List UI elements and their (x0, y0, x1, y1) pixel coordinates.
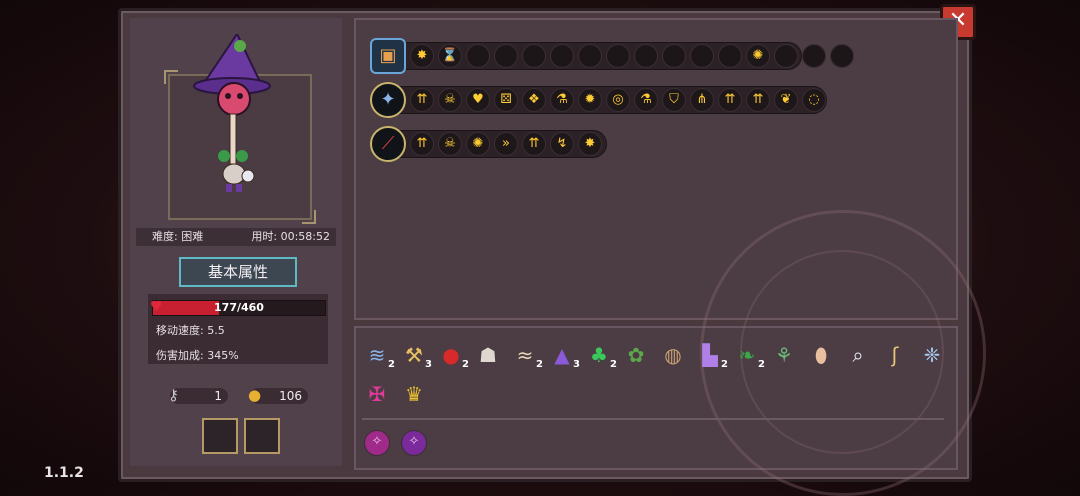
clover-icon[interactable]: ♣ (586, 342, 612, 368)
split-icon[interactable]: ⋔ (690, 88, 714, 112)
frog-icon[interactable]: ✿ (623, 342, 649, 368)
hourglass-icon[interactable]: ⌛ (438, 44, 462, 68)
item-count: 2 (536, 359, 543, 370)
run-info: 难度: 困难 用时: 00:58:52 (136, 228, 336, 246)
empty-slot[interactable] (802, 44, 826, 68)
arrows-up-icon[interactable]: ⇈ (410, 88, 434, 112)
empty-slot[interactable] (662, 44, 686, 68)
demon-icon[interactable]: ✠ (364, 381, 390, 407)
damage-bonus-stat: 伤害加成: 345% (156, 349, 239, 362)
star-burst-icon[interactable]: ✸ (578, 132, 602, 156)
rune-pink-icon[interactable]: ✧ (364, 430, 390, 456)
scarf-icon[interactable]: ≋ (364, 342, 390, 368)
coin-icon: ● (248, 386, 262, 404)
red-orb-icon[interactable]: ● (438, 342, 464, 368)
star-burst-icon[interactable]: ✸ (410, 44, 434, 68)
basic-attributes-button[interactable]: 基本属性 (179, 257, 297, 287)
hp-text: 177/460 (214, 301, 264, 314)
heart-icon[interactable]: ♥ (466, 88, 490, 112)
empty-slot[interactable] (690, 44, 714, 68)
empty-slot[interactable] (606, 44, 630, 68)
potion-red-icon[interactable]: ⚗ (634, 88, 658, 112)
item-count: 2 (758, 359, 765, 370)
dice-icon[interactable]: ⚄ (494, 88, 518, 112)
item-count: 2 (462, 359, 469, 370)
item-count: 2 (388, 359, 395, 370)
empty-slot[interactable] (578, 44, 602, 68)
chevrons-icon[interactable]: » (494, 132, 518, 156)
skull-icon[interactable]: ☠ (438, 132, 462, 156)
arrows-up-icon[interactable]: ⇈ (718, 88, 742, 112)
chest-icon[interactable]: ▣ (370, 38, 406, 74)
crown-icon[interactable]: ♛ (401, 381, 427, 407)
bag-icon[interactable]: ◍ (660, 342, 686, 368)
wand-icon[interactable]: ⟋ (370, 126, 406, 162)
plant-icon[interactable]: ❧ (734, 342, 760, 368)
mask-icon[interactable]: ☗ (475, 342, 501, 368)
items-divider (362, 418, 944, 420)
wing-icon[interactable]: ❖ (522, 88, 546, 112)
bone-icon[interactable]: ≈ (512, 342, 538, 368)
empty-slot[interactable] (494, 44, 518, 68)
equip-slot-2[interactable] (244, 418, 280, 454)
arrows-up-icon[interactable]: ⇈ (410, 132, 434, 156)
item-count: 2 (721, 359, 728, 370)
magnifier-icon[interactable]: ⌕ (845, 342, 871, 368)
hp-bar: 177/460 (152, 300, 326, 316)
fire-claw-icon[interactable]: ✺ (746, 44, 770, 68)
bounce-icon[interactable]: ↯ (550, 132, 574, 156)
shield-icon[interactable]: ⛉ (662, 88, 686, 112)
rune-violet-icon[interactable]: ✧ (401, 430, 427, 456)
explosion-icon[interactable]: ✹ (578, 88, 602, 112)
empty-slot[interactable] (634, 44, 658, 68)
arrows-up-icon[interactable]: ⇈ (746, 88, 770, 112)
item-count: 3 (425, 359, 432, 370)
worm-icon[interactable]: ʃ (882, 342, 908, 368)
empty-slot[interactable] (466, 44, 490, 68)
egg-icon[interactable]: ⬮ (808, 342, 834, 368)
move-speed-stat: 移动速度: 5.5 (156, 324, 225, 337)
ring-icon[interactable]: ◎ (606, 88, 630, 112)
pickaxe-icon[interactable]: ⚒ (401, 342, 427, 368)
fire-claw-icon[interactable]: ✺ (466, 132, 490, 156)
heart-icon: ♥ (150, 299, 163, 315)
empty-slot[interactable] (522, 44, 546, 68)
empty-slot[interactable] (718, 44, 742, 68)
skull-green-icon[interactable]: ☠ (438, 88, 462, 112)
claw-icon[interactable]: ⚘ (771, 342, 797, 368)
item-count: 3 (573, 359, 580, 370)
boot-icon[interactable]: ▙ (697, 342, 723, 368)
empty-slot[interactable] (550, 44, 574, 68)
character-portrait (193, 34, 271, 192)
wings-icon[interactable]: ❈ (919, 342, 945, 368)
time-label: 用时: 00:58:52 (251, 230, 330, 243)
spiral-icon[interactable]: ◌ (802, 88, 826, 112)
leaf-icon[interactable]: ❦ (774, 88, 798, 112)
witch-hat-icon[interactable]: ▲ (549, 342, 575, 368)
equip-slot-1[interactable] (202, 418, 238, 454)
version-label: 1.1.2 (44, 465, 84, 481)
empty-slot[interactable] (830, 44, 854, 68)
empty-slot[interactable] (774, 44, 798, 68)
difficulty-label: 难度: 困难 (152, 230, 204, 243)
item-count: 2 (610, 359, 617, 370)
potion-icon[interactable]: ⚗ (550, 88, 574, 112)
staff-icon[interactable]: ✦ (370, 82, 406, 118)
arrows-up-icon[interactable]: ⇈ (522, 132, 546, 156)
key-icon: ⚷ (168, 386, 179, 404)
